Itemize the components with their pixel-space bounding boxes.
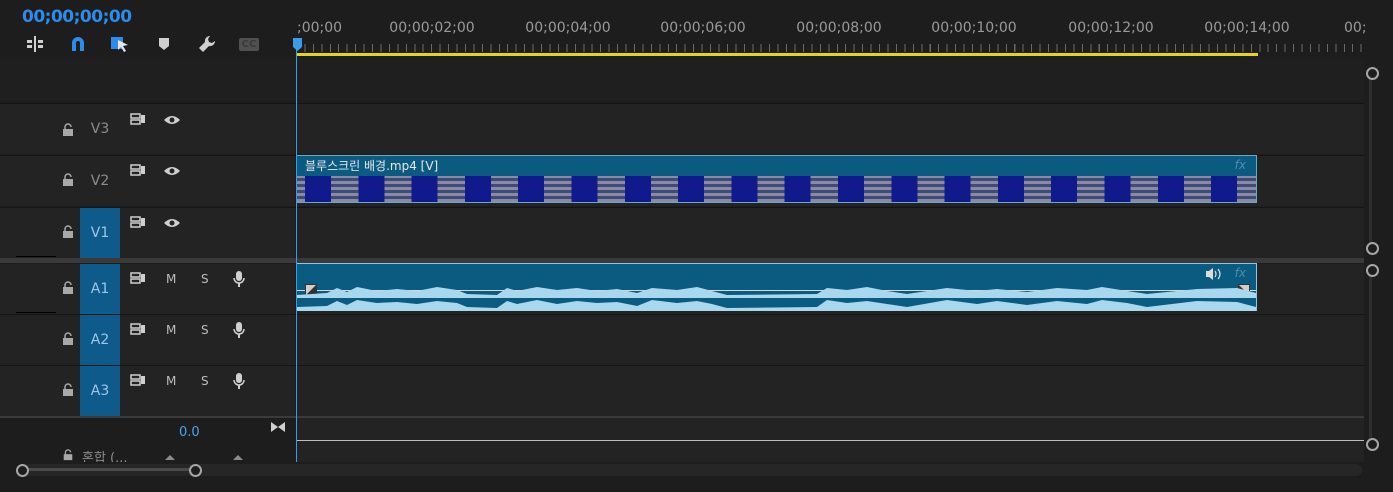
vertical-scroll-handle-top[interactable] [1366, 67, 1379, 80]
separator [0, 365, 1364, 366]
sync-lock-icon[interactable] [130, 373, 146, 387]
track-header-a2: A2 M S [0, 315, 295, 365]
clip-label: 블루스크린 배경.mp4 [V] [305, 159, 439, 173]
vertical-scrollbar-track[interactable] [1369, 68, 1372, 248]
separator [0, 314, 1364, 315]
ruler-label: 00;00;08;00 [796, 20, 882, 36]
lock-icon[interactable] [62, 383, 74, 397]
sync-lock-icon[interactable] [130, 215, 146, 229]
mix-track-header: 0.0 혼합 (... [0, 417, 295, 466]
track-lane-v3[interactable] [296, 104, 1364, 154]
microphone-icon[interactable] [233, 270, 245, 288]
ruler-ticks [296, 44, 1364, 52]
mute-button[interactable]: M [166, 272, 176, 286]
vertical-scroll-handle-bottom[interactable] [1366, 438, 1379, 451]
time-ruler[interactable]: ;00;00 00;00;02;00 00;00;04;00 00;00;06;… [296, 14, 1367, 56]
insert-edit-icon[interactable] [24, 34, 46, 54]
separator [0, 416, 1364, 418]
audio-clip[interactable]: fx [296, 263, 1257, 311]
separator [0, 103, 1364, 104]
track-header-v2: V2 [0, 156, 295, 206]
ruler-label: ;00;00 [297, 20, 343, 36]
solo-button[interactable]: S [201, 323, 209, 337]
sync-lock-icon[interactable] [130, 112, 146, 126]
ruler-label: 00;00;10;00 [931, 20, 1017, 36]
work-area-bar[interactable] [297, 53, 1258, 56]
sync-lock-icon[interactable] [130, 271, 146, 285]
track-name-v3[interactable]: V3 [80, 104, 120, 154]
lock-icon[interactable] [62, 225, 74, 239]
ruler-label: 00;00;14;00 [1204, 20, 1290, 36]
fx-badge[interactable]: fx [1235, 266, 1246, 280]
track-lane-v1[interactable] [296, 208, 1364, 258]
vertical-scroll-handle-bottom[interactable] [1366, 242, 1379, 255]
mix-lane[interactable] [296, 417, 1364, 462]
solo-button[interactable]: S [201, 272, 209, 286]
playhead-line[interactable] [296, 40, 297, 462]
track-name-a3[interactable]: A3 [80, 366, 120, 416]
track-lane-a3[interactable] [296, 366, 1364, 416]
captions-icon[interactable]: CC [237, 34, 261, 54]
eye-icon[interactable] [163, 114, 181, 126]
source-patch-line [16, 256, 56, 257]
track-lane-a2[interactable] [296, 315, 1364, 365]
lock-icon[interactable] [62, 173, 74, 187]
track-header-v1: V1 [0, 208, 295, 258]
microphone-icon[interactable] [233, 372, 245, 390]
sync-lock-icon[interactable] [130, 322, 146, 336]
fx-badge[interactable]: fx [1235, 158, 1246, 172]
horizontal-scroll-handle-left[interactable] [16, 464, 29, 477]
solo-button[interactable]: S [201, 374, 209, 388]
waveform-right [297, 300, 1256, 311]
mix-volume-value[interactable]: 0.0 [179, 425, 200, 440]
mute-button[interactable]: M [166, 323, 176, 337]
track-name-a1[interactable]: A1 [80, 264, 120, 314]
track-name-v1[interactable]: V1 [80, 208, 120, 258]
snap-magnet-icon[interactable] [67, 34, 89, 54]
horizontal-scroll-handle-right[interactable] [189, 464, 202, 477]
ruler-label: 00;00;12;00 [1068, 20, 1154, 36]
vertical-scrollbar-track-audio[interactable] [1369, 270, 1372, 442]
source-patch-line [16, 312, 56, 313]
eye-icon[interactable] [163, 165, 181, 177]
playhead-handle[interactable] [293, 38, 302, 52]
wrench-icon[interactable] [196, 34, 218, 54]
ruler-label: 00; [1344, 20, 1367, 36]
separator [0, 207, 1364, 208]
track-header-a1: A1 M S [0, 264, 295, 314]
track-header-a3: A3 M S [0, 366, 295, 416]
horizontal-scrollbar-thumb[interactable] [22, 468, 196, 471]
ruler-label: 00;00;06;00 [660, 20, 746, 36]
lock-icon[interactable] [62, 332, 74, 346]
lock-icon[interactable] [62, 281, 74, 295]
microphone-icon[interactable] [233, 321, 245, 339]
timecode-display[interactable]: 00;00;00;00 [22, 7, 132, 27]
linked-selection-icon[interactable] [109, 34, 131, 54]
marker-icon[interactable] [153, 34, 175, 54]
lock-icon[interactable] [62, 449, 74, 461]
volume-line[interactable] [296, 440, 1364, 441]
video-empty-area[interactable] [0, 58, 1364, 102]
horizontal-scrollbar-track[interactable] [22, 464, 1362, 476]
ruler-label: 00;00;04;00 [525, 20, 611, 36]
mute-button[interactable]: M [166, 374, 176, 388]
track-header-v3: V3 [0, 104, 295, 154]
sync-lock-icon[interactable] [130, 163, 146, 177]
bowtie-icon[interactable] [270, 421, 286, 433]
clip-thumbnails [297, 176, 1256, 202]
video-clip[interactable]: 블루스크린 배경.mp4 [V] fx [296, 155, 1257, 203]
vertical-scroll-handle-top[interactable] [1366, 264, 1379, 277]
audio-gain-icon [1206, 268, 1221, 280]
track-name-v2[interactable]: V2 [80, 156, 120, 206]
ruler-label: 00;00;02;00 [389, 20, 475, 36]
waveform-left [297, 287, 1256, 298]
lock-icon[interactable] [62, 123, 74, 137]
eye-icon[interactable] [163, 217, 181, 229]
track-name-a2[interactable]: A2 [80, 315, 120, 365]
